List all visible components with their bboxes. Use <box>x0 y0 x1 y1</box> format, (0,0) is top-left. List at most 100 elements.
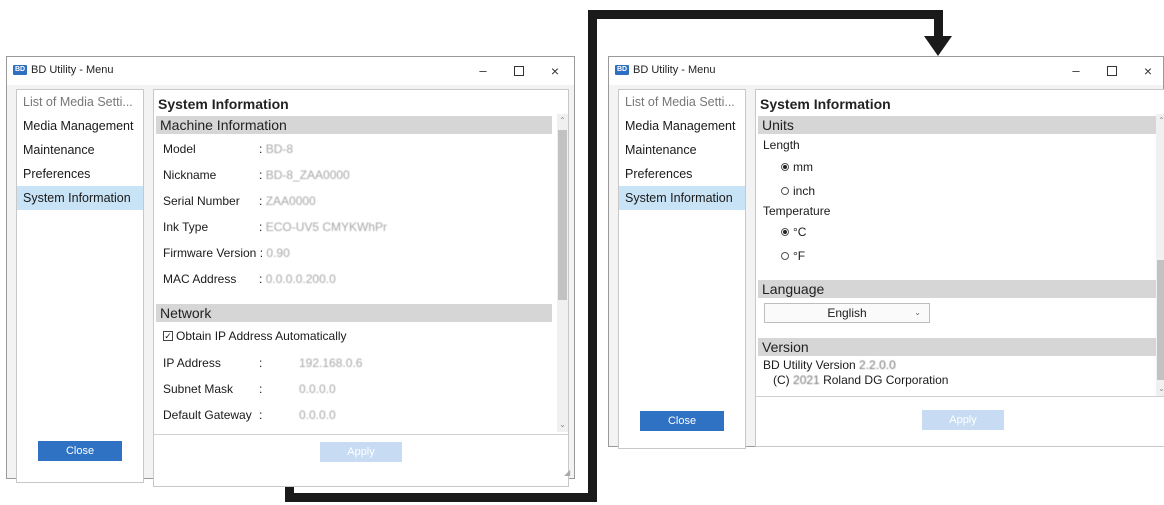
sidebar-item-maintenance[interactable]: Maintenance <box>17 138 143 162</box>
firmware-version-row: Firmware Version : 0.90 <box>163 246 290 260</box>
title-bar: BD BD Utility - Menu – × <box>609 57 1163 85</box>
obtain-ip-row[interactable]: ✓ Obtain IP Address Automatically <box>163 329 347 343</box>
system-information-panel: System Information Units Length mm inch … <box>755 89 1164 447</box>
obtain-ip-label: Obtain IP Address Automatically <box>176 329 347 343</box>
sidebar-item-list-of-media-settings[interactable]: List of Media Setti... <box>17 90 143 114</box>
model-separator: : <box>259 142 263 156</box>
units-header: Units <box>758 116 1164 134</box>
scroll-thumb[interactable] <box>558 130 567 300</box>
scroll-down-icon[interactable]: ⌄ <box>1156 384 1164 394</box>
radio-mm[interactable] <box>781 162 789 171</box>
apply-button[interactable]: Apply <box>320 442 402 462</box>
temperature-option-celsius-label: °C <box>793 225 807 239</box>
length-option-inch-label: inch <box>793 184 816 198</box>
subnet-mask-separator: : <box>259 382 263 396</box>
serial-number-label: Serial Number <box>163 194 240 208</box>
ink-type-value: ECO-UV5 CMYKWhPr <box>265 220 388 234</box>
connector-line-top-down <box>934 10 943 38</box>
network-header: Network <box>156 304 552 322</box>
radio-inch[interactable] <box>781 186 789 195</box>
temperature-option-fahrenheit[interactable]: °F <box>781 249 805 263</box>
app-icon: BD <box>615 65 629 75</box>
temperature-option-fahrenheit-label: °F <box>793 249 806 263</box>
maximize-button[interactable] <box>504 61 534 81</box>
nickname-value: BD-8_ZAA0000 <box>265 168 350 182</box>
right-window: BD BD Utility - Menu – × List of Media S… <box>608 56 1164 449</box>
maximize-icon <box>514 65 524 76</box>
vertical-scrollbar[interactable]: ⌃ ⌄ <box>557 114 568 432</box>
subnet-mask-row: Subnet Mask: 0.0.0.0 <box>163 382 336 396</box>
firmware-version-label: Firmware Version <box>163 246 257 260</box>
radio-fahrenheit[interactable] <box>781 251 789 260</box>
length-option-inch[interactable]: inch <box>781 184 815 198</box>
mac-address-separator: : <box>259 272 263 286</box>
maximize-button[interactable] <box>1097 61 1127 81</box>
temperature-option-celsius[interactable]: °C <box>781 225 806 239</box>
resize-grip-icon[interactable]: ◢ <box>564 468 572 477</box>
sidebar-item-media-management[interactable]: Media Management <box>619 114 745 138</box>
scroll-down-icon[interactable]: ⌄ <box>557 420 568 430</box>
connector-arrowhead <box>924 36 952 56</box>
temperature-label: Temperature <box>763 204 831 218</box>
page-title: System Information <box>760 96 891 112</box>
default-gateway-row: Default Gateway: 0.0.0.0 <box>163 408 336 422</box>
apply-button[interactable]: Apply <box>922 410 1004 430</box>
language-dropdown[interactable]: English ⌄ <box>764 303 930 323</box>
sidebar: List of Media Setti... Media Management … <box>618 89 746 449</box>
version-header: Version <box>758 338 1164 356</box>
model-label: Model <box>163 142 196 156</box>
copyright-prefix: (C) <box>773 373 790 387</box>
mac-address-label: MAC Address <box>163 272 237 286</box>
mac-address-row: MAC Address: 0.0.0.0.200.0 <box>163 272 336 286</box>
machine-information-header: Machine Information <box>156 116 552 134</box>
scroll-up-icon[interactable]: ⌃ <box>557 116 568 126</box>
minimize-button[interactable]: – <box>1061 61 1091 81</box>
footer-divider <box>154 434 568 435</box>
left-window: BD BD Utility - Menu – × List of Media S… <box>6 56 575 487</box>
minimize-button[interactable]: – <box>468 61 498 81</box>
version-prefix: BD Utility Version <box>763 358 856 372</box>
close-window-button[interactable]: × <box>540 61 570 81</box>
subnet-mask-label: Subnet Mask <box>163 382 234 396</box>
close-button[interactable]: Close <box>640 411 724 431</box>
model-row: Model: BD-8 <box>163 142 293 156</box>
sidebar-item-media-management[interactable]: Media Management <box>17 114 143 138</box>
nickname-separator: : <box>259 168 263 182</box>
firmware-version-separator: : <box>259 246 264 260</box>
nickname-label: Nickname <box>163 168 217 182</box>
sidebar-item-maintenance[interactable]: Maintenance <box>619 138 745 162</box>
close-window-button[interactable]: × <box>1133 61 1163 81</box>
ink-type-row: Ink Type: ECO-UV5 CMYKWhPr <box>163 220 387 234</box>
window-title: BD Utility - Menu <box>31 64 114 76</box>
length-label: Length <box>763 138 800 152</box>
copyright-owner: Roland DG Corporation <box>823 373 949 387</box>
copyright-line: (C) 2021 Roland DG Corporation <box>763 373 948 387</box>
app-icon: BD <box>13 65 27 75</box>
window-title: BD Utility - Menu <box>633 64 716 76</box>
sidebar-item-preferences[interactable]: Preferences <box>619 162 745 186</box>
ink-type-label: Ink Type <box>163 220 209 234</box>
scroll-thumb[interactable] <box>1157 260 1164 380</box>
radio-celsius[interactable] <box>781 227 789 236</box>
model-value: BD-8 <box>265 142 294 156</box>
scroll-up-icon[interactable]: ⌃ <box>1156 116 1164 126</box>
ip-address-label: IP Address <box>163 356 221 370</box>
ip-address-value: 192.168.0.6 <box>299 356 363 370</box>
close-button[interactable]: Close <box>38 441 122 461</box>
subnet-mask-value: 0.0.0.0 <box>299 382 336 396</box>
length-option-mm[interactable]: mm <box>781 160 813 174</box>
connector-line-top-horizontal <box>588 10 943 19</box>
length-option-mm-label: mm <box>793 160 813 174</box>
sidebar-item-preferences[interactable]: Preferences <box>17 162 143 186</box>
title-bar: BD BD Utility - Menu – × <box>7 57 574 85</box>
default-gateway-separator: : <box>259 408 263 422</box>
vertical-scrollbar[interactable]: ⌃ ⌄ <box>1156 114 1164 396</box>
sidebar-item-system-information[interactable]: System Information <box>17 186 143 210</box>
ip-address-separator: : <box>259 356 263 370</box>
default-gateway-label: Default Gateway <box>163 408 252 422</box>
language-selected: English <box>827 306 867 320</box>
sidebar-item-system-information[interactable]: System Information <box>619 186 745 210</box>
sidebar-item-list-of-media-settings[interactable]: List of Media Setti... <box>619 90 745 114</box>
obtain-ip-checkbox[interactable]: ✓ <box>163 330 173 341</box>
version-line: BD Utility Version 2.2.0.0 <box>763 358 896 372</box>
